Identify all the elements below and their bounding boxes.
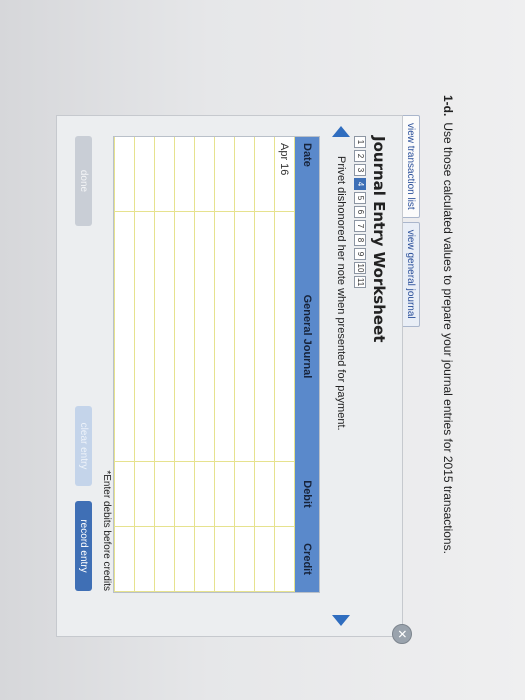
header-date: Date bbox=[294, 137, 319, 212]
page-button[interactable]: 7 bbox=[354, 220, 366, 232]
table-row bbox=[174, 137, 195, 592]
next-arrow-icon[interactable] bbox=[332, 615, 350, 626]
date-cell bbox=[194, 137, 215, 212]
page-selector: 1 2 3 4 5 6 7 8 9 10 11 bbox=[354, 136, 366, 288]
date-cell bbox=[234, 137, 255, 212]
table-row bbox=[234, 137, 255, 592]
credit-cell[interactable] bbox=[234, 526, 255, 592]
credit-cell[interactable] bbox=[134, 526, 155, 592]
tab-bar: view transaction list view general journ… bbox=[401, 115, 420, 327]
page-button[interactable]: 11 bbox=[354, 276, 366, 288]
header-general-journal: General Journal bbox=[294, 211, 319, 462]
page-button[interactable]: 3 bbox=[354, 164, 366, 176]
record-entry-button[interactable]: record entry bbox=[75, 501, 92, 591]
debit-cell[interactable] bbox=[194, 461, 215, 527]
tab-view-general-journal[interactable]: view general journal bbox=[401, 221, 420, 327]
header-debit: Debit bbox=[294, 461, 319, 527]
credit-cell[interactable] bbox=[154, 526, 175, 592]
debit-cell[interactable] bbox=[134, 461, 155, 527]
page-button[interactable]: 9 bbox=[354, 248, 366, 260]
debit-cell[interactable] bbox=[274, 461, 295, 527]
page-button[interactable]: 10 bbox=[354, 262, 366, 274]
worksheet-title: Journal Entry Worksheet bbox=[370, 136, 388, 343]
debit-cell[interactable] bbox=[174, 461, 195, 527]
debit-cell[interactable] bbox=[114, 461, 135, 527]
credit-cell[interactable] bbox=[194, 526, 215, 592]
account-cell[interactable] bbox=[234, 211, 255, 462]
prev-arrow-icon[interactable] bbox=[332, 126, 350, 137]
credit-cell[interactable] bbox=[174, 526, 195, 592]
account-cell[interactable] bbox=[214, 211, 235, 462]
page-button[interactable]: 4 bbox=[354, 178, 366, 190]
page-button[interactable]: 8 bbox=[354, 234, 366, 246]
page-button[interactable]: 1 bbox=[354, 136, 366, 148]
entry-note: *Enter debits before credits bbox=[101, 470, 112, 591]
date-cell bbox=[174, 137, 195, 212]
credit-cell[interactable] bbox=[114, 526, 135, 592]
date-cell bbox=[114, 137, 135, 212]
question-text: 1-d. Use those calculated values to prepa… bbox=[441, 95, 455, 554]
page-button[interactable]: 2 bbox=[354, 150, 366, 162]
debit-cell[interactable] bbox=[234, 461, 255, 527]
worksheet-panel: ✕ Journal Entry Worksheet 1 2 3 4 5 6 7 8 9 10 11 … bbox=[56, 115, 412, 644]
table-row: Apr 16 bbox=[274, 137, 295, 592]
account-cell[interactable] bbox=[194, 211, 215, 462]
close-icon[interactable]: ✕ bbox=[392, 624, 412, 644]
date-cell bbox=[134, 137, 155, 212]
account-cell[interactable] bbox=[174, 211, 195, 462]
credit-cell[interactable] bbox=[274, 526, 295, 592]
question-body: Use those calculated values to prepare y… bbox=[441, 122, 455, 554]
date-cell bbox=[214, 137, 235, 212]
journal-grid: Date General Journal Debit Credit Apr 16 bbox=[113, 136, 320, 593]
table-row bbox=[134, 137, 155, 592]
debit-cell[interactable] bbox=[254, 461, 275, 527]
page-button[interactable]: 6 bbox=[354, 206, 366, 218]
credit-cell[interactable] bbox=[214, 526, 235, 592]
table-row bbox=[214, 137, 235, 592]
transaction-description: Privet dishonored her note when presente… bbox=[335, 156, 347, 431]
header-credit: Credit bbox=[294, 526, 319, 592]
rotated-screen: 1-d. Use those calculated values to prepa… bbox=[0, 0, 525, 700]
account-cell[interactable] bbox=[154, 211, 175, 462]
credit-cell[interactable] bbox=[254, 526, 275, 592]
table-row bbox=[114, 137, 135, 592]
clear-entry-button[interactable]: clear entry bbox=[75, 406, 92, 486]
page-button[interactable]: 5 bbox=[354, 192, 366, 204]
date-cell bbox=[254, 137, 275, 212]
table-row bbox=[194, 137, 215, 592]
account-cell[interactable] bbox=[134, 211, 155, 462]
debit-cell[interactable] bbox=[154, 461, 175, 527]
question-number: 1-d. bbox=[441, 95, 455, 117]
account-cell[interactable] bbox=[274, 211, 295, 462]
table-row bbox=[154, 137, 175, 592]
done-button[interactable]: done bbox=[75, 136, 92, 226]
debit-cell[interactable] bbox=[214, 461, 235, 527]
date-cell[interactable]: Apr 16 bbox=[274, 137, 295, 212]
account-cell[interactable] bbox=[114, 211, 135, 462]
date-cell bbox=[154, 137, 175, 212]
table-row bbox=[254, 137, 275, 592]
account-cell[interactable] bbox=[254, 211, 275, 462]
tab-view-transaction-list[interactable]: view transaction list bbox=[401, 115, 420, 218]
